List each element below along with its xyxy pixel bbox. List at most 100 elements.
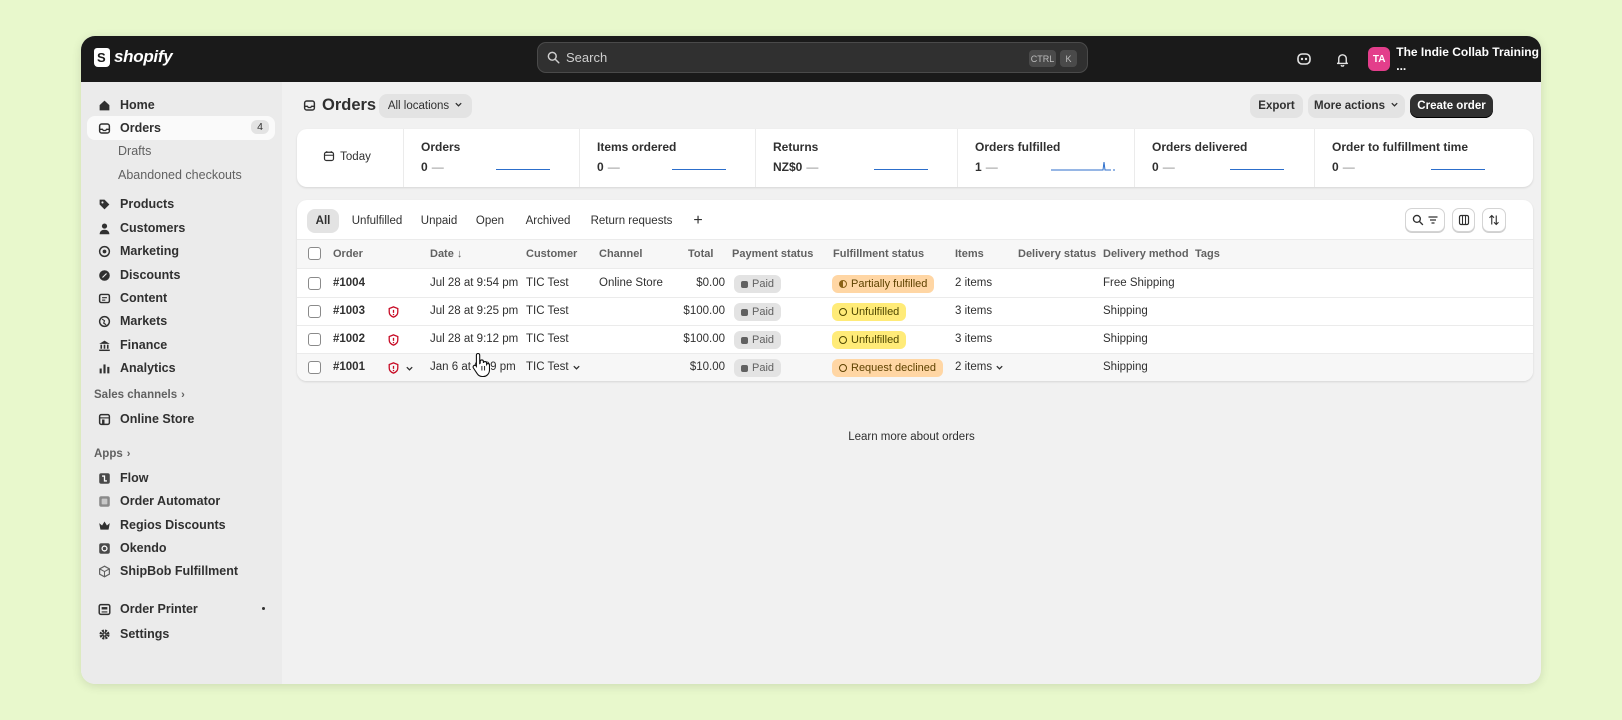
row-checkbox[interactable] — [308, 333, 321, 346]
column-header-total[interactable]: Total — [688, 248, 713, 260]
sidebar-item-okendo[interactable]: Okendo — [87, 536, 275, 560]
sidebar-item-online-store[interactable]: Online Store — [87, 407, 275, 431]
sidebar-item-shipbob-fulfillment[interactable]: ShipBob Fulfillment — [87, 559, 275, 583]
metric-returns[interactable]: Returns NZ$0— — [755, 129, 957, 187]
tab-return-requests[interactable]: Return requests — [584, 209, 679, 233]
calendar-icon — [323, 150, 335, 165]
column-header-payment-status[interactable]: Payment status — [732, 248, 813, 260]
sidebar-item-settings[interactable]: Settings — [87, 622, 275, 646]
table-row[interactable]: #1003 Jul 28 at 9:25 pm TIC Test $100.00… — [297, 298, 1533, 326]
tab-all[interactable]: All — [307, 209, 339, 233]
sidebar-item-label: Orders — [120, 121, 161, 135]
tab-archived[interactable]: Archived — [519, 209, 577, 233]
metric-orders[interactable]: Orders 0— — [403, 129, 579, 187]
sidebar-item-order-automator[interactable]: Order Automator — [87, 489, 275, 513]
sidebar-item-flow[interactable]: Flow — [87, 466, 275, 490]
add-tab-button[interactable]: + — [686, 209, 710, 233]
sales-channels-heading[interactable]: Sales channels › — [94, 389, 185, 401]
filter-icon — [1428, 216, 1437, 224]
sidebar-item-markets[interactable]: Markets — [87, 309, 275, 333]
order-customer[interactable]: TIC Test — [526, 305, 569, 317]
column-header-delivery-status[interactable]: Delivery status — [1018, 248, 1096, 260]
column-header-fulfillment-status[interactable]: Fulfillment status — [833, 248, 924, 260]
sidebar-item-analytics[interactable]: Analytics — [87, 356, 275, 380]
table-row[interactable]: #1002 Jul 28 at 9:12 pm TIC Test $100.00… — [297, 326, 1533, 354]
metric-number: 0 — [421, 160, 428, 174]
chevron-down-icon — [1390, 100, 1399, 112]
column-header-date[interactable]: Date ↓ — [430, 248, 462, 260]
column-header-order[interactable]: Order — [333, 248, 363, 260]
order-number[interactable]: #1004 — [333, 277, 365, 289]
chevron-down-icon[interactable] — [404, 362, 415, 374]
sidebar-item-label: Drafts — [118, 144, 152, 158]
metric-order-to-fulfillment-time[interactable]: Order to fulfillment time 0— — [1314, 129, 1533, 187]
payment-status-badge: Paid — [734, 303, 782, 321]
store-menu[interactable]: TA The Indie Collab Training ... — [1368, 45, 1541, 73]
fulfillment-status-badge: Unfulfilled — [832, 331, 907, 349]
risk-shield-icon[interactable] — [388, 306, 399, 318]
columns-icon — [1458, 214, 1469, 226]
search-bar[interactable]: Search CTRL K — [537, 42, 1088, 73]
metric-value: 0— — [1152, 160, 1175, 174]
order-items[interactable]: 2 items — [955, 361, 1004, 373]
location-filter-button[interactable]: All locations — [379, 94, 472, 118]
metric-orders-delivered[interactable]: Orders delivered 0— — [1134, 129, 1314, 187]
status-dot-icon — [741, 336, 748, 344]
row-checkbox[interactable] — [308, 361, 321, 374]
row-checkbox[interactable] — [308, 305, 321, 318]
learn-more-link[interactable]: Learn more about orders — [282, 431, 1541, 443]
export-button[interactable]: Export — [1250, 94, 1303, 118]
bell-icon[interactable] — [1332, 49, 1352, 69]
column-header-delivery-method[interactable]: Delivery method — [1103, 248, 1189, 260]
apps-heading[interactable]: Apps › — [94, 448, 130, 460]
column-header-items[interactable]: Items — [955, 248, 984, 260]
sidebar-item-marketing[interactable]: Marketing — [87, 239, 275, 263]
risk-shield-icon[interactable] — [388, 334, 399, 346]
date-range-button[interactable]: Today — [307, 145, 387, 169]
metric-items-ordered[interactable]: Items ordered 0— — [579, 129, 755, 187]
tab-unpaid[interactable]: Unpaid — [415, 209, 463, 233]
orders-count-badge: 4 — [251, 120, 269, 134]
sidebar-item-content[interactable]: Content — [87, 286, 275, 310]
order-customer[interactable]: TIC Test — [526, 277, 569, 289]
order-date: Jul 28 at 9:25 pm — [430, 305, 519, 317]
search-filter-button[interactable] — [1405, 208, 1445, 232]
order-delivery-method: Shipping — [1103, 333, 1148, 345]
row-checkbox[interactable] — [308, 277, 321, 290]
sidebar-item-customers[interactable]: Customers — [87, 216, 275, 240]
order-number[interactable]: #1002 — [333, 333, 365, 345]
column-header-channel[interactable]: Channel — [599, 248, 642, 260]
shopify-logo[interactable]: shopify — [94, 47, 173, 67]
column-header-customer[interactable]: Customer — [526, 248, 577, 260]
create-order-button[interactable]: Create order — [1410, 94, 1493, 118]
orders-icon — [97, 121, 111, 135]
select-all-checkbox[interactable] — [308, 247, 321, 260]
order-customer[interactable]: TIC Test — [526, 361, 581, 373]
tab-unfulfilled[interactable]: Unfulfilled — [345, 209, 409, 233]
sidebar-item-discounts[interactable]: Discounts — [87, 263, 275, 287]
payment-status-badge: Paid — [734, 331, 782, 349]
sidebar-item-order-printer[interactable]: Order Printer — [87, 597, 275, 621]
columns-button[interactable] — [1452, 208, 1475, 232]
items-count: 2 items — [955, 361, 993, 373]
sidebar-item-products[interactable]: Products — [87, 192, 275, 216]
sidebar-item-home[interactable]: Home — [87, 93, 275, 117]
payment-status-badge: Paid — [734, 359, 782, 377]
sidebar-item-abandoned-checkouts[interactable]: Abandoned checkouts — [87, 163, 275, 187]
sidebar-item-orders[interactable]: Orders 4 — [87, 116, 275, 140]
tab-open[interactable]: Open — [470, 209, 510, 233]
sidebar-item-drafts[interactable]: Drafts — [87, 139, 275, 163]
order-number[interactable]: #1003 — [333, 305, 365, 317]
column-header-tags[interactable]: Tags — [1195, 248, 1220, 260]
sidekick-icon[interactable] — [1294, 49, 1314, 69]
sidebar-item-regios-discounts[interactable]: Regios Discounts — [87, 513, 275, 537]
metric-orders-fulfilled[interactable]: Orders fulfilled 1— — [957, 129, 1134, 187]
sidebar-item-finance[interactable]: Finance — [87, 333, 275, 357]
order-number[interactable]: #1001 — [333, 361, 365, 373]
more-actions-button[interactable]: More actions — [1308, 94, 1405, 118]
sort-button[interactable] — [1482, 208, 1506, 232]
table-row[interactable]: #1004 Jul 28 at 9:54 pm TIC Test Online … — [297, 270, 1533, 298]
order-customer[interactable]: TIC Test — [526, 333, 569, 345]
metric-change: — — [1162, 160, 1175, 174]
risk-shield-icon[interactable] — [388, 362, 399, 374]
